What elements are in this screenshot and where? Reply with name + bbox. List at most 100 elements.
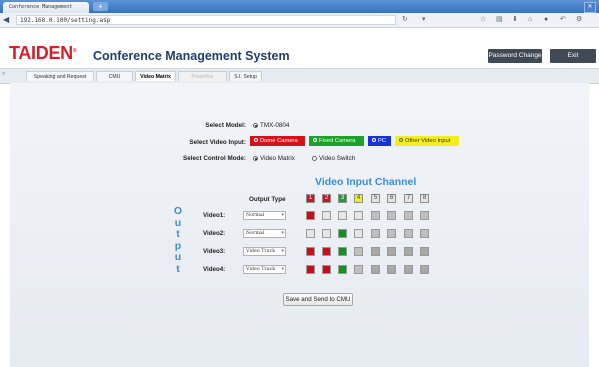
- matrix-cell-r1-c7[interactable]: [404, 211, 413, 220]
- tab-video-matrix[interactable]: Video Matrix: [135, 71, 176, 81]
- matrix-cell-r1-c3[interactable]: [338, 211, 347, 220]
- matrix-cell-r4-c5[interactable]: [371, 265, 380, 274]
- model-radio[interactable]: [253, 122, 258, 128]
- matrix-cell-r1-c1[interactable]: [306, 211, 315, 220]
- select-model-label: Select Model:: [205, 122, 246, 129]
- output-row-label: Video4:: [203, 266, 226, 273]
- save-and-send-button[interactable]: Save and Send to CMU: [283, 293, 353, 306]
- output-type-select[interactable]: Normal ▾: [243, 211, 286, 220]
- matrix-cell-r2-c7[interactable]: [404, 229, 413, 238]
- mode-video-matrix[interactable]: Video Matrix: [253, 155, 295, 162]
- refresh-icon[interactable]: ↻: [402, 15, 408, 25]
- dropdown-icon[interactable]: ▾: [422, 15, 426, 25]
- matrix-cell-r3-c6[interactable]: [387, 247, 396, 256]
- matrix-cell-r3-c2[interactable]: [322, 247, 331, 256]
- matrix-cell-r1-c2[interactable]: [322, 211, 331, 220]
- fixed-camera-radio[interactable]: [313, 138, 317, 143]
- input-pc[interactable]: PC: [368, 136, 391, 146]
- clipboard-icon[interactable]: ▤: [496, 15, 503, 25]
- matrix-cell-r2-c5[interactable]: [371, 229, 380, 238]
- matrix-cell-r2-c2[interactable]: [322, 229, 331, 238]
- exit-button[interactable]: Exit: [550, 49, 596, 63]
- tab-bar: » Speaking and Request List CMU Setting …: [0, 68, 599, 90]
- output-type-value: Normal: [246, 231, 265, 236]
- dome-camera-radio[interactable]: [254, 138, 258, 143]
- matrix-cell-r3-c5[interactable]: [371, 247, 380, 256]
- other-video-label: Other Video Input: [405, 138, 451, 144]
- chevron-down-icon: ▾: [281, 230, 284, 236]
- matrix-cell-r4-c4[interactable]: [354, 265, 363, 274]
- tab-cmu-setting[interactable]: CMU Setting: [96, 71, 133, 90]
- home-icon[interactable]: ⌂: [528, 15, 532, 25]
- matrix-cell-r3-c7[interactable]: [404, 247, 413, 256]
- fixed-camera-label: Fixed Camera: [319, 138, 356, 144]
- matrix-cell-r2-c6[interactable]: [387, 229, 396, 238]
- download-icon[interactable]: ⬇: [512, 15, 518, 25]
- matrix-cell-r1-c5[interactable]: [371, 211, 380, 220]
- favorites-icon[interactable]: ☆: [480, 15, 486, 25]
- chevron-down-icon: ▾: [281, 248, 284, 254]
- matrix-cell-r4-c1[interactable]: [306, 265, 315, 274]
- video-matrix-radio[interactable]: [253, 155, 258, 161]
- taiden-logo: TAIDEN®: [9, 43, 77, 63]
- video-switch-label: Video Switch: [319, 155, 356, 162]
- matrix-cell-r4-c3[interactable]: [338, 265, 347, 274]
- video-switch-radio[interactable]: [312, 155, 317, 161]
- video-matrix-label: Video Matrix: [260, 155, 295, 162]
- output-type-select[interactable]: Video Track ▾: [243, 265, 286, 274]
- output-row-label: Video3:: [203, 248, 226, 255]
- sidebar-toggle-icon[interactable]: »: [2, 71, 5, 77]
- back-icon[interactable]: ◀: [3, 14, 9, 26]
- output-type-select[interactable]: Normal ▾: [243, 229, 286, 238]
- pc-label: PC: [378, 138, 387, 144]
- matrix-cell-r1-c6[interactable]: [387, 211, 396, 220]
- input-dome-camera[interactable]: Dome Camera: [250, 136, 305, 146]
- output-type-value: Normal: [246, 213, 265, 218]
- matrix-cell-r4-c2[interactable]: [322, 265, 331, 274]
- window-close-icon[interactable]: ✕: [584, 2, 596, 13]
- matrix-cell-r2-c8[interactable]: [420, 229, 429, 238]
- pc-radio[interactable]: [372, 138, 376, 143]
- matrix-cell-r2-c1[interactable]: [306, 229, 315, 238]
- matrix-cell-r4-c8[interactable]: [420, 265, 429, 274]
- matrix-cell-r3-c3[interactable]: [338, 247, 347, 256]
- channel-number-5: 5: [371, 194, 380, 203]
- matrix-cell-r2-c4[interactable]: [354, 229, 363, 238]
- matrix-cell-r1-c8[interactable]: [420, 211, 429, 220]
- output-type-value: Video Track: [246, 249, 276, 254]
- channel-number-1: 1: [306, 194, 315, 203]
- tab-speaking-request-list[interactable]: Speaking and Request List: [26, 71, 94, 90]
- matrix-cell-r1-c4[interactable]: [354, 211, 363, 220]
- output-vertical-letter: t: [176, 263, 180, 275]
- matrix-cell-r3-c4[interactable]: [354, 247, 363, 256]
- model-option[interactable]: TMX-0804: [253, 122, 289, 129]
- dome-camera-label: Dome Camera: [260, 138, 298, 144]
- tab-predefine-position: Predefine Position: [178, 71, 227, 90]
- url-field[interactable]: 192.168.0.100/setting.asp: [16, 15, 396, 25]
- channel-number-8: 8: [420, 194, 429, 203]
- matrix-cell-r2-c3[interactable]: [338, 229, 347, 238]
- output-type-select[interactable]: Video Track ▾: [243, 247, 286, 256]
- chevron-down-icon: ▾: [281, 266, 284, 272]
- output-type-label: Output Type: [249, 196, 286, 203]
- matrix-cell-r4-c7[interactable]: [404, 265, 413, 274]
- tools-icon[interactable]: ⚙: [576, 15, 582, 25]
- output-row-label: Video2:: [203, 230, 226, 237]
- other-video-radio[interactable]: [399, 138, 403, 143]
- app-header: TAIDEN® Conference Management System Pas…: [0, 28, 599, 68]
- matrix-cell-r3-c1[interactable]: [306, 247, 315, 256]
- input-other-video[interactable]: Other Video Input: [395, 136, 459, 146]
- undo-icon[interactable]: ↶: [560, 15, 566, 25]
- new-tab-button[interactable]: +: [93, 2, 108, 11]
- input-fixed-camera[interactable]: Fixed Camera: [309, 136, 364, 146]
- mode-video-switch[interactable]: Video Switch: [312, 155, 355, 162]
- output-type-value: Video Track: [246, 267, 276, 272]
- channel-number-6: 6: [387, 194, 396, 203]
- browser-tab[interactable]: Conference Management System: [3, 2, 89, 21]
- app-title: Conference Management System: [93, 49, 290, 63]
- matrix-cell-r4-c6[interactable]: [387, 265, 396, 274]
- chat-icon[interactable]: ●: [544, 15, 548, 25]
- password-change-button[interactable]: Password Change: [488, 49, 542, 63]
- matrix-cell-r3-c8[interactable]: [420, 247, 429, 256]
- tab-si-setup[interactable]: S.I. Setup: [229, 71, 262, 81]
